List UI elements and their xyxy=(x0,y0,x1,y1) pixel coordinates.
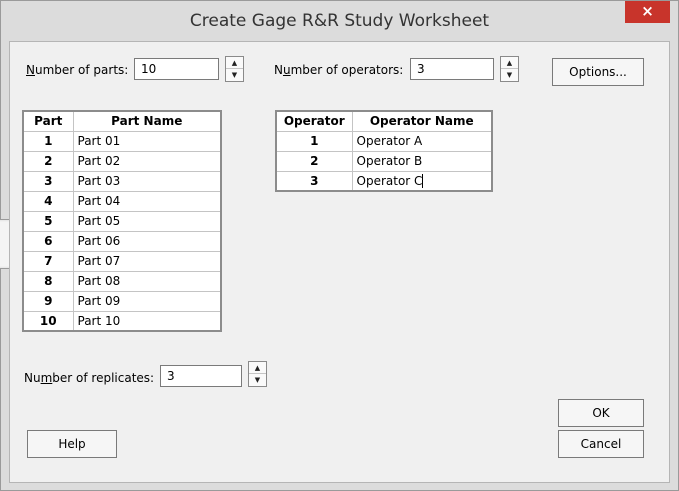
table-row: 4 Part 04 xyxy=(22,190,222,212)
part-number: 2 xyxy=(22,150,74,172)
replicates-count-label: Number of replicates: xyxy=(24,371,155,385)
operator-name-cell-editing[interactable]: Operator C xyxy=(351,170,493,192)
text-caret xyxy=(422,174,424,188)
part-number: 5 xyxy=(22,210,74,232)
replicates-count-input[interactable]: 3 xyxy=(160,365,242,387)
table-row: 10 Part 10 xyxy=(22,310,222,332)
parts-count-input[interactable]: 10 xyxy=(134,58,219,80)
part-number: 6 xyxy=(22,230,74,252)
part-number: 9 xyxy=(22,290,74,312)
table-row: 2 Part 02 xyxy=(22,150,222,172)
table-row: 7 Part 07 xyxy=(22,250,222,272)
cancel-button-label: Cancel xyxy=(580,437,622,451)
ok-button-label: OK xyxy=(592,406,610,420)
part-name-cell[interactable]: Part 02 xyxy=(72,150,222,172)
operators-count-spinner[interactable]: ▲ ▼ xyxy=(500,56,519,82)
spin-down-icon[interactable]: ▼ xyxy=(226,69,243,81)
operator-name-cell[interactable]: Operator A xyxy=(351,130,493,152)
title-bar: Create Gage R&R Study Worksheet × xyxy=(1,1,678,41)
close-icon: × xyxy=(641,2,654,20)
column-header: Operator xyxy=(275,110,353,132)
table-row: 1 Operator A xyxy=(275,130,493,152)
parts-table: Part Part Name 1 Part 01 2 Part 02 3 Part 0… xyxy=(22,110,222,332)
part-name-cell[interactable]: Part 07 xyxy=(72,250,222,272)
operator-number: 2 xyxy=(275,150,353,172)
help-button[interactable]: Help xyxy=(27,430,117,458)
operators-count-input[interactable]: 3 xyxy=(410,58,494,80)
part-name-cell[interactable]: Part 04 xyxy=(72,190,222,212)
help-button-label: Help xyxy=(58,437,86,451)
table-row: 3 Operator C xyxy=(275,170,493,192)
parts-count-label: Number of parts: xyxy=(26,63,129,77)
table-row: 6 Part 06 xyxy=(22,230,222,252)
part-number: 1 xyxy=(22,130,74,152)
spin-up-icon[interactable]: ▲ xyxy=(501,57,518,69)
part-number: 10 xyxy=(22,310,74,332)
dialog-title: Create Gage R&R Study Worksheet xyxy=(189,11,490,31)
table-row: 3 Part 03 xyxy=(22,170,222,192)
table-header-row: Operator Operator Name xyxy=(275,110,493,132)
table-header-row: Part Part Name xyxy=(22,110,222,132)
table-row: 2 Operator B xyxy=(275,150,493,172)
part-name-cell[interactable]: Part 06 xyxy=(72,230,222,252)
dialog-window: Create Gage R&R Study Worksheet × Number… xyxy=(0,0,679,491)
table-row: 1 Part 01 xyxy=(22,130,222,152)
part-number: 4 xyxy=(22,190,74,212)
part-number: 8 xyxy=(22,270,74,292)
column-header: Part Name xyxy=(72,110,222,132)
options-button[interactable]: Options... xyxy=(552,58,644,86)
ok-button[interactable]: OK xyxy=(558,399,644,427)
replicates-count-spinner[interactable]: ▲ ▼ xyxy=(248,361,267,387)
table-row: 5 Part 05 xyxy=(22,210,222,232)
column-header: Part xyxy=(22,110,74,132)
column-header: Operator Name xyxy=(351,110,493,132)
part-name-cell[interactable]: Part 05 xyxy=(72,210,222,232)
part-name-cell[interactable]: Part 10 xyxy=(72,310,222,332)
spin-down-icon[interactable]: ▼ xyxy=(249,374,266,386)
operator-number: 3 xyxy=(275,170,353,192)
part-name-cell[interactable]: Part 09 xyxy=(72,290,222,312)
part-number: 3 xyxy=(22,170,74,192)
operators-table: Operator Operator Name 1 Operator A 2 Oper… xyxy=(275,110,493,192)
dialog-content: Number of parts: 10 ▲ ▼ Number of operat… xyxy=(9,41,670,483)
part-number: 7 xyxy=(22,250,74,272)
part-name-cell[interactable]: Part 03 xyxy=(72,170,222,192)
cancel-button[interactable]: Cancel xyxy=(558,430,644,458)
parts-count-spinner[interactable]: ▲ ▼ xyxy=(225,56,244,82)
part-name-cell[interactable]: Part 01 xyxy=(72,130,222,152)
table-row: 8 Part 08 xyxy=(22,270,222,292)
table-row: 9 Part 09 xyxy=(22,290,222,312)
spin-up-icon[interactable]: ▲ xyxy=(226,57,243,69)
operator-name-text: Operator C xyxy=(356,173,423,188)
spin-up-icon[interactable]: ▲ xyxy=(249,362,266,374)
part-name-cell[interactable]: Part 08 xyxy=(72,270,222,292)
options-button-label: Options... xyxy=(569,65,627,79)
spin-down-icon[interactable]: ▼ xyxy=(501,69,518,81)
operators-count-label: Number of operators: xyxy=(274,63,404,77)
close-button[interactable]: × xyxy=(625,1,670,23)
operator-number: 1 xyxy=(275,130,353,152)
operator-name-cell[interactable]: Operator B xyxy=(351,150,493,172)
